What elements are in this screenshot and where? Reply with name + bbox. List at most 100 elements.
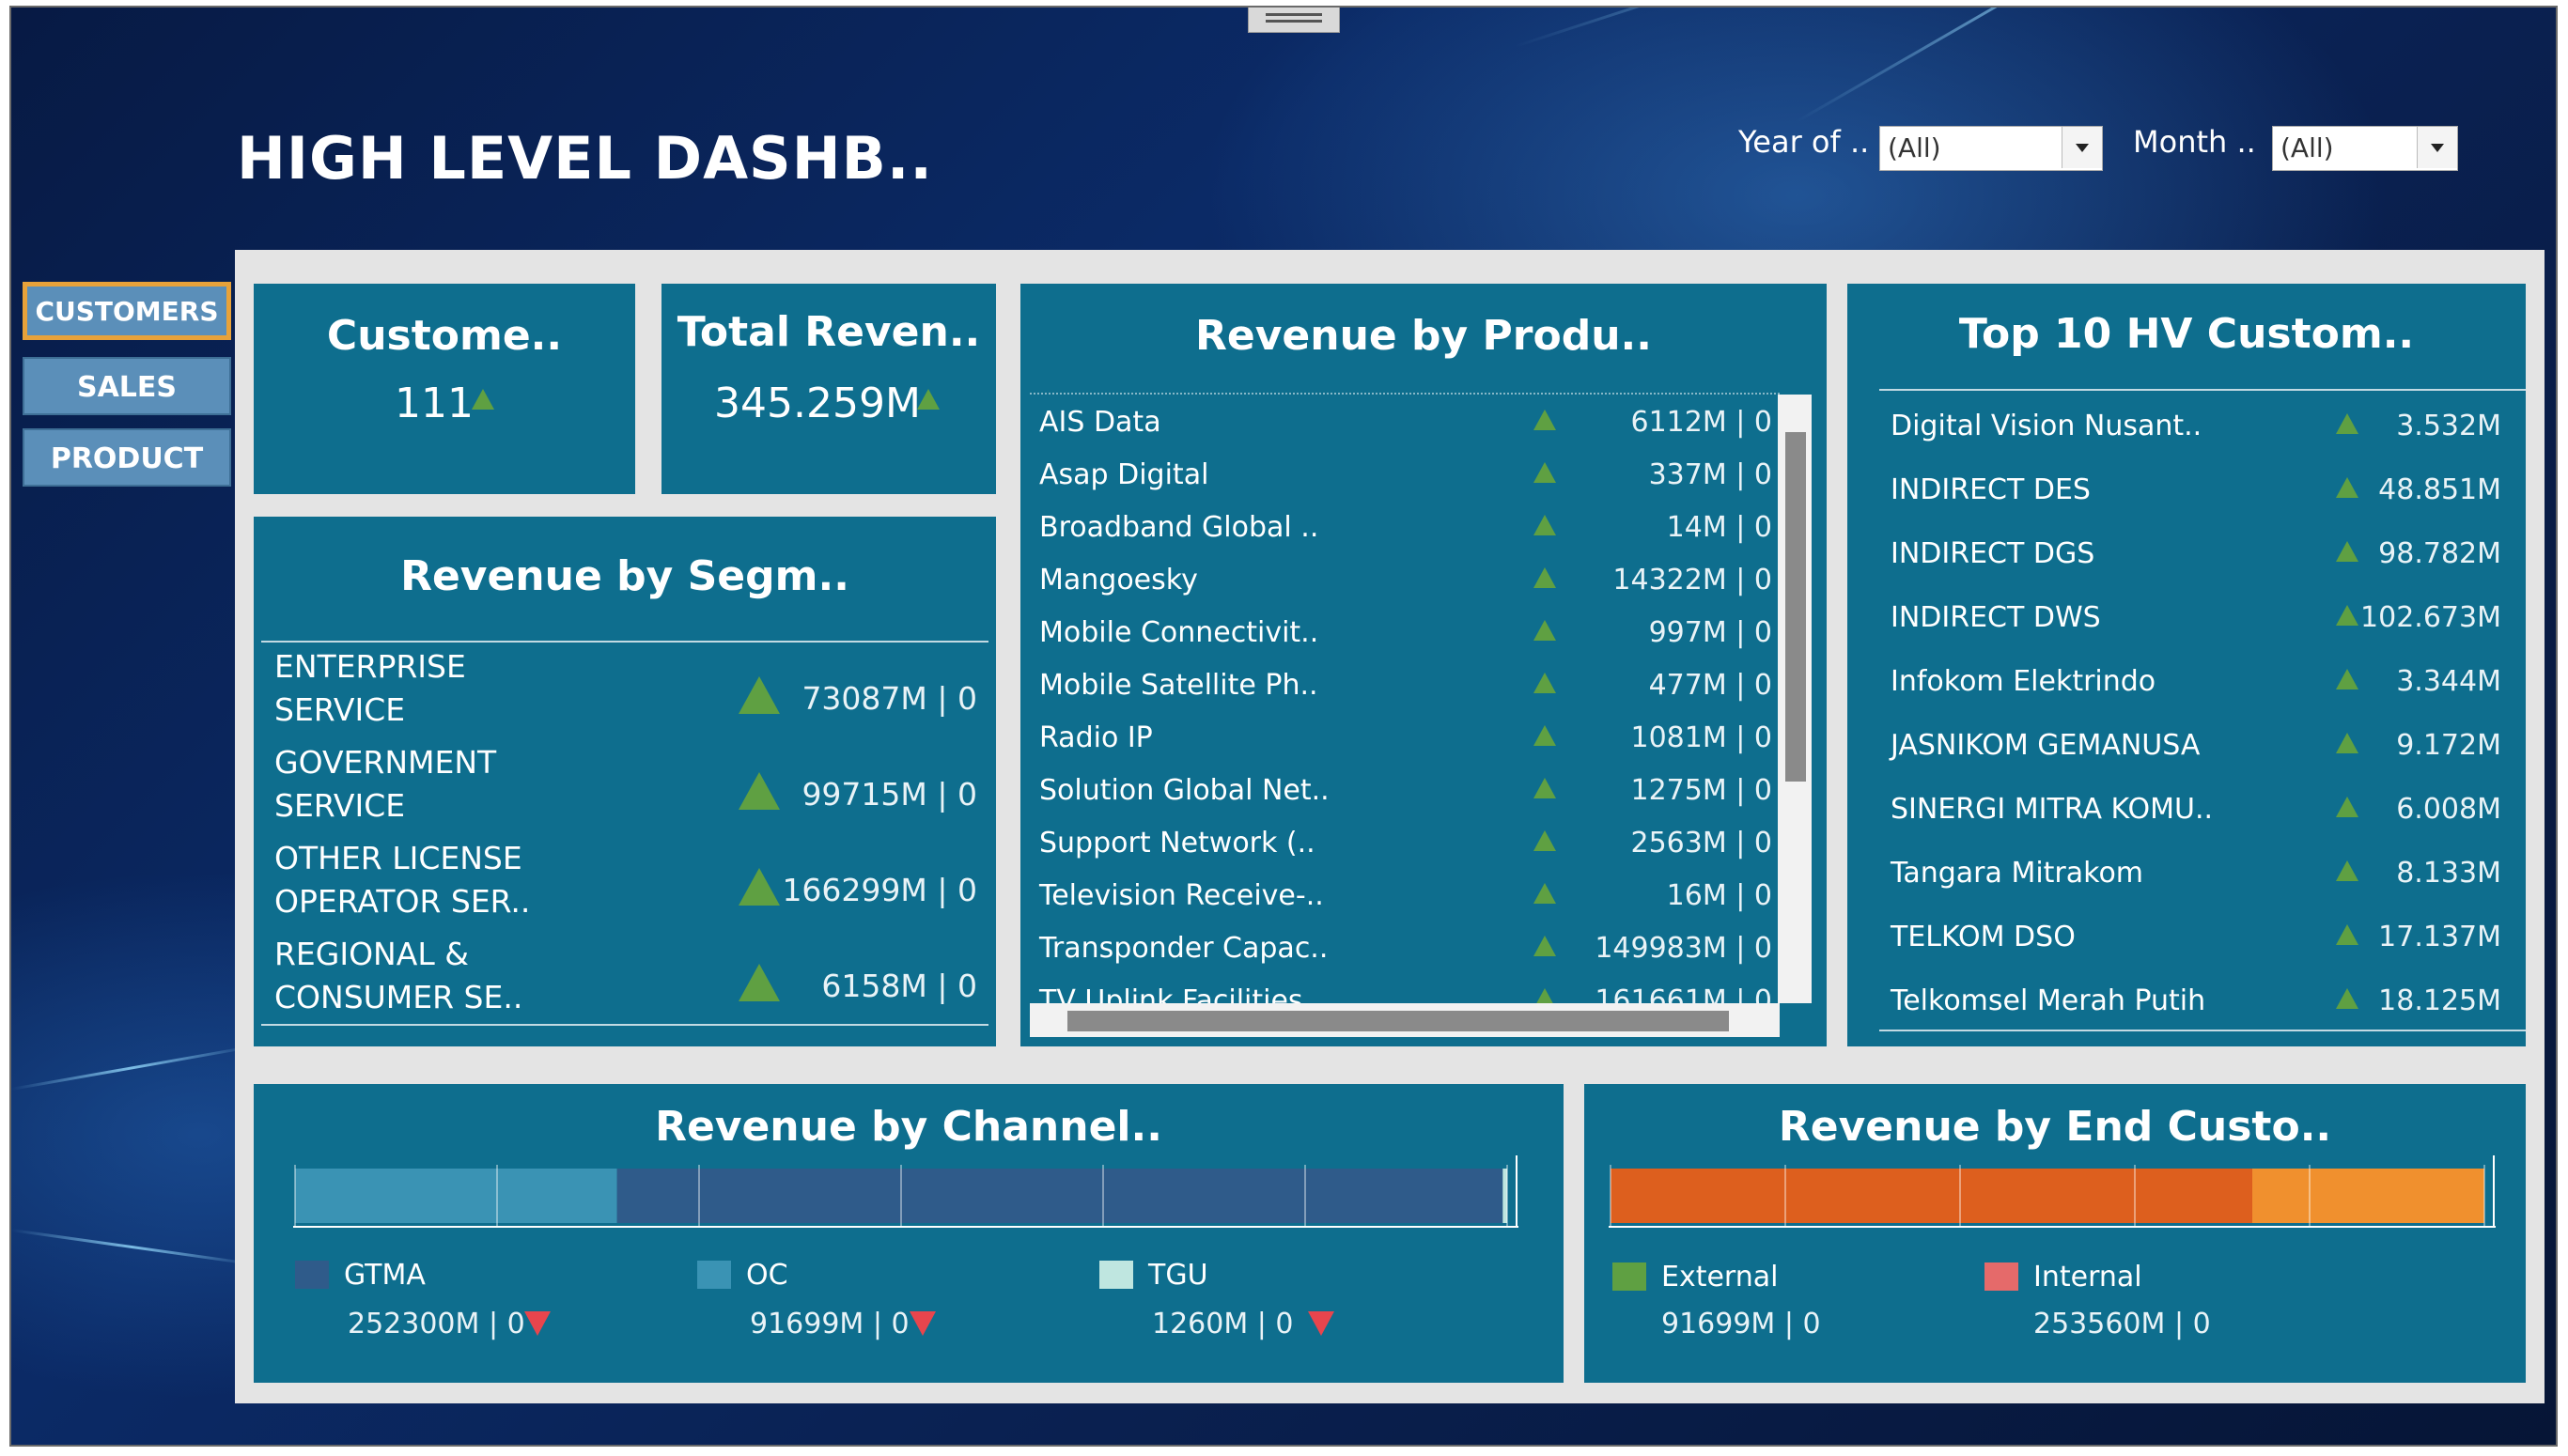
product-row[interactable]: Broadband Global .. 14M | 0 [1020,503,1772,552]
product-change: 0 [1753,406,1772,439]
top10-customer-name: Tangara Mitrakom [1891,857,2144,890]
scrollbar-thumb[interactable] [1785,432,1806,782]
chevron-down-icon[interactable] [2417,127,2457,168]
legend-swatch [295,1261,329,1289]
trend-down-icon [524,1311,551,1336]
kpi-customers-card: Custome.. 111 [254,284,635,494]
top10-value: 3.344M [2396,665,2501,698]
legend-value-amount: 252300M [348,1308,480,1340]
top10-value: 9.172M [2396,729,2501,762]
top10-row: Tangara Mitrakom 8.133M [1847,849,2526,906]
product-value: 2563M | 0 [1630,827,1772,860]
product-row[interactable]: Radio IP 1081M | 0 [1020,714,1772,763]
trend-up-icon [1533,725,1556,746]
trend-up-icon [1533,988,1556,1003]
product-row[interactable]: Television Receive-.. 16M | 0 [1020,872,1772,921]
product-row[interactable]: AIS Data 6112M | 0 [1020,398,1772,447]
drag-handle[interactable] [1248,8,1340,33]
product-name: Transponder Capac.. [1039,932,1329,965]
product-row[interactable]: Support Network (.. 2563M | 0 [1020,819,1772,868]
trend-up-icon [2336,669,2358,689]
product-row[interactable]: Mobile Connectivit.. 997M | 0 [1020,609,1772,658]
product-row[interactable]: TV Uplink Facilities.. 161661M | 0 [1020,977,1772,1003]
product-value: 16M | 0 [1666,879,1772,912]
product-change: 0 [1753,564,1772,596]
segment-row: ENTERPRISE SERVICE 73087M | 0 [254,648,996,738]
product-row[interactable]: Mangoesky 14322M | 0 [1020,556,1772,605]
month-filter-label: Month .. [2133,124,2256,160]
product-row[interactable]: Asap Digital 337M | 0 [1020,451,1772,500]
product-change: 0 [1753,932,1772,965]
nav-sales-button[interactable]: SALES [23,357,231,415]
product-row[interactable]: Mobile Satellite Ph.. 477M | 0 [1020,661,1772,710]
legend-swatch [1984,1262,2018,1291]
trend-up-icon [2336,988,2358,1009]
product-row[interactable]: Solution Global Net.. 1275M | 0 [1020,767,1772,815]
segment-name-line2: OPERATOR SER.. [274,883,531,920]
legend-name: GTMA [344,1259,426,1292]
bar-segment-oc[interactable] [295,1169,617,1223]
top10-customer-name: INDIRECT DES [1891,473,2091,506]
product-value-amount: 2563M [1630,827,1727,860]
nav-product-button[interactable]: PRODUCT [23,428,231,487]
legend-value-amount: 91699M [1661,1308,1776,1340]
product-value: 149983M | 0 [1595,932,1772,965]
legend-value: 91699M | 0 [1661,1308,1821,1340]
legend-change: 0 [2192,1308,2211,1340]
legend-value: 253560M | 0 [2033,1308,2211,1340]
product-change: 0 [1753,669,1772,702]
legend-swatch [1612,1262,1646,1291]
product-change: 0 [1753,879,1772,912]
decor-streak [1514,8,2320,48]
year-filter-label: Year of .. [1738,124,1870,160]
trend-up-icon [2336,605,2358,626]
top10-customer-name: JASNIKOM GEMANUSA [1891,729,2201,762]
segment-row: REGIONAL & CONSUMER SE.. 6158M | 0 [254,936,996,1026]
nav-customers-button[interactable]: CUSTOMERS [23,282,231,340]
legend-value-amount: 91699M [750,1308,864,1340]
page-title: HIGH LEVEL DASHB.. [237,124,933,193]
top10-row: INDIRECT DWS 102.673M [1847,594,2526,650]
product-horizontal-scrollbar[interactable] [1030,1003,1780,1037]
product-name: Mobile Connectivit.. [1039,616,1319,649]
decor-streak [11,1045,253,1091]
trend-up-icon [2336,924,2358,945]
top10-title: Top 10 HV Custom.. [1958,310,2415,358]
kpi-customers-value: 111 [395,379,474,427]
trend-up-icon [739,964,780,1001]
product-value-amount: 6112M [1630,406,1727,439]
product-value-amount: 337M [1648,458,1727,491]
revenue-by-segment-panel: Revenue by Segm.. ENTERPRISE SERVICE 73087… [254,517,996,1046]
bar-segment-external[interactable] [2251,1169,2484,1223]
bar-segment-gtma[interactable] [616,1169,1503,1223]
segment-value: 99715M | 0 [802,776,977,813]
segment-name-line1: ENTERPRISE [274,648,466,685]
trend-up-icon [1533,673,1556,693]
chevron-down-icon[interactable] [2062,127,2102,168]
product-value: 14M | 0 [1666,511,1772,544]
bar-segment-internal[interactable] [1611,1169,2252,1223]
legend-name: TGU [1148,1259,1208,1292]
top10-row: JASNIKOM GEMANUSA 9.172M [1847,721,2526,778]
product-value: 477M | 0 [1648,669,1772,702]
year-dropdown[interactable]: (All) [1879,126,2103,171]
top10-row: INDIRECT DES 48.851M [1847,466,2526,522]
segment-value-amount: 73087M [802,680,927,717]
segment-row: OTHER LICENSE OPERATOR SER.. 166299M | 0 [254,840,996,930]
segment-change: 0 [957,680,977,717]
legend-value: 91699M | 0 [750,1308,910,1340]
trend-up-icon [916,389,940,410]
product-name: TV Uplink Facilities.. [1039,984,1321,1003]
product-value-amount: 14M [1666,511,1727,544]
month-dropdown[interactable]: (All) [2272,126,2458,171]
scrollbar-thumb[interactable] [1067,1011,1729,1031]
product-list[interactable]: AIS Data 6112M | 0 Asap Digital 337M | 0 Bro… [1020,395,1772,1003]
trend-down-icon [910,1311,936,1336]
product-row[interactable]: Transponder Capac.. 149983M | 0 [1020,924,1772,973]
legend-change: 0 [891,1308,910,1340]
segment-row: GOVERNMENT SERVICE 99715M | 0 [254,744,996,834]
product-value-amount: 14322M [1612,564,1727,596]
product-vertical-scrollbar[interactable] [1778,395,1812,1003]
trend-up-icon [1533,830,1556,851]
month-dropdown-value: (All) [2280,132,2334,163]
